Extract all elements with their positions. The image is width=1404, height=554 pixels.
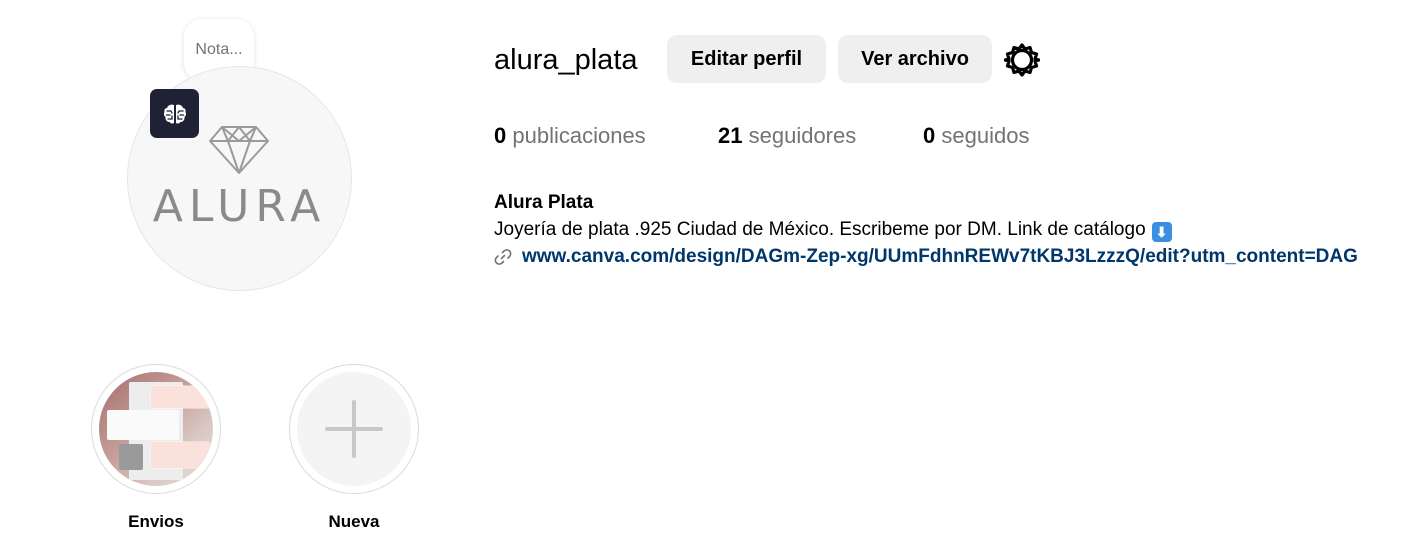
highlight-label: Envios xyxy=(128,512,184,531)
profile-full-name: Alura Plata xyxy=(494,192,594,213)
view-archive-button[interactable]: Ver archivo xyxy=(838,35,992,83)
gear-icon[interactable] xyxy=(1004,42,1040,78)
stat-following[interactable]: 0 seguidos xyxy=(923,120,1029,152)
stat-posts: 0 publicaciones xyxy=(494,120,646,152)
bio-external-link[interactable]: www.canva.com/design/DAGm-Zep-xg/UUmFdhn… xyxy=(522,244,1358,270)
note-placeholder: Nota... xyxy=(195,41,243,58)
link-icon xyxy=(494,249,512,265)
bio-link-row: www.canva.com/design/DAGm-Zep-xg/UUmFdhn… xyxy=(494,244,1358,270)
highlight-ring[interactable] xyxy=(289,364,419,494)
followers-label: seguidores xyxy=(748,123,857,148)
brain-icon xyxy=(163,104,186,124)
posts-label: publicaciones xyxy=(512,123,646,148)
highlight-label: Nueva xyxy=(328,512,380,531)
highlight-cover-image xyxy=(99,372,213,486)
brain-badge[interactable] xyxy=(150,89,199,138)
posts-count: 0 xyxy=(494,123,507,148)
following-label: seguidos xyxy=(941,123,1030,148)
edit-profile-button[interactable]: Editar perfil xyxy=(667,35,826,83)
plus-icon xyxy=(325,400,383,458)
bio-text: Joyería de plata .925 Ciudad de México. … xyxy=(494,217,1172,243)
stat-followers[interactable]: 21 seguidores xyxy=(718,120,856,152)
highlight-new[interactable]: Nueva xyxy=(288,364,420,532)
profile-username: alura_plata xyxy=(494,44,638,76)
down-arrow-emoji-icon: ⬇ xyxy=(1151,222,1172,242)
diamond-logo-icon xyxy=(209,126,269,174)
highlight-ring[interactable] xyxy=(91,364,221,494)
highlight-envios[interactable]: Envios xyxy=(90,364,222,532)
followers-count: 21 xyxy=(718,123,743,148)
bio-text-content: Joyería de plata .925 Ciudad de México. … xyxy=(494,219,1146,240)
avatar-brand-text: ALURA xyxy=(152,181,327,232)
highlight-new-background xyxy=(297,372,411,486)
following-count: 0 xyxy=(923,123,936,148)
